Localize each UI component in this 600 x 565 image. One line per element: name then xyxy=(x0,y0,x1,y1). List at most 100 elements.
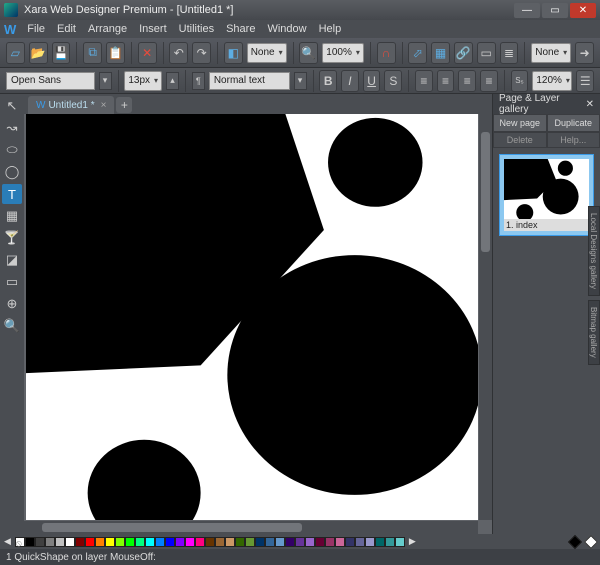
close-button[interactable]: ✕ xyxy=(570,3,596,18)
delete-page-button[interactable]: Delete xyxy=(493,132,547,148)
maximize-button[interactable]: ▭ xyxy=(542,3,568,18)
color-swatch[interactable] xyxy=(205,537,215,547)
menu-help[interactable]: Help xyxy=(314,22,347,36)
select-tool[interactable]: ↖ xyxy=(2,96,22,116)
preview-button[interactable]: ▦ xyxy=(431,42,450,64)
fill-tool[interactable]: ▦ xyxy=(2,206,22,226)
color-swatch[interactable] xyxy=(25,537,35,547)
open-button[interactable]: 📂 xyxy=(29,42,48,64)
delete-button[interactable]: ✕ xyxy=(138,42,157,64)
menu-utilities[interactable]: Utilities xyxy=(174,22,219,36)
shape-tool[interactable]: ⬭ xyxy=(2,140,22,160)
color-swatch[interactable] xyxy=(295,537,305,547)
paragraph-button[interactable]: ¶ xyxy=(192,72,205,90)
help-button[interactable]: Help... xyxy=(547,132,600,148)
layers-button[interactable]: ≣ xyxy=(500,42,519,64)
color-swatch[interactable] xyxy=(385,537,395,547)
paste-button[interactable]: 📋 xyxy=(106,42,125,64)
text-tool[interactable]: T xyxy=(2,184,22,204)
new-doc-button[interactable]: ▱ xyxy=(6,42,25,64)
fill-select[interactable]: None▾ xyxy=(247,43,287,63)
color-swatch[interactable] xyxy=(255,537,265,547)
color-swatch[interactable] xyxy=(125,537,135,547)
stroke-select[interactable]: None▾ xyxy=(531,43,571,63)
italic-button[interactable]: I xyxy=(341,70,359,92)
color-swatch[interactable] xyxy=(165,537,175,547)
color-swatch[interactable] xyxy=(105,537,115,547)
menu-share[interactable]: Share xyxy=(221,22,260,36)
more-button[interactable]: ➜ xyxy=(575,42,594,64)
color-swatch[interactable] xyxy=(275,537,285,547)
align-left-button[interactable]: ≡ xyxy=(415,70,433,92)
align-justify-button[interactable]: ≡ xyxy=(480,70,498,92)
save-button[interactable]: 💾 xyxy=(52,42,71,64)
menu-insert[interactable]: Insert xyxy=(134,22,172,36)
style-dropdown-button[interactable]: ▾ xyxy=(294,72,307,90)
color-swatch[interactable] xyxy=(155,537,165,547)
color-swatch[interactable] xyxy=(185,537,195,547)
align-center-button[interactable]: ≡ xyxy=(437,70,455,92)
menu-arrange[interactable]: Arrange xyxy=(83,22,132,36)
align-right-button[interactable]: ≡ xyxy=(458,70,476,92)
quickshape-tool[interactable]: ◯ xyxy=(2,162,22,182)
color-swatch[interactable] xyxy=(345,537,355,547)
color-swatch[interactable] xyxy=(115,537,125,547)
color-swatch[interactable] xyxy=(55,537,65,547)
color-swatch[interactable] xyxy=(145,537,155,547)
list-button[interactable]: ☰ xyxy=(576,70,594,92)
color-swatch[interactable] xyxy=(325,537,335,547)
undo-button[interactable]: ↶ xyxy=(169,42,188,64)
palette-right-arrow[interactable]: ▶ xyxy=(409,536,416,547)
no-color-swatch[interactable]: ⦸ xyxy=(15,537,25,547)
color-swatch[interactable] xyxy=(45,537,55,547)
superscript-button[interactable]: S₅ xyxy=(511,70,529,92)
font-family-select[interactable]: Open Sans xyxy=(6,72,95,90)
menu-edit[interactable]: Edit xyxy=(52,22,81,36)
transparency-tool[interactable]: 🍸 xyxy=(2,228,22,248)
color-swatch[interactable] xyxy=(225,537,235,547)
color-swatch[interactable] xyxy=(175,537,185,547)
palette-left-arrow[interactable]: ◀ xyxy=(4,536,11,547)
minimize-button[interactable]: — xyxy=(514,3,540,18)
font-size-select[interactable]: 13px▾ xyxy=(124,71,162,91)
color-swatch[interactable] xyxy=(265,537,275,547)
color-swatch[interactable] xyxy=(35,537,45,547)
color-swatch[interactable] xyxy=(135,537,145,547)
color-swatch[interactable] xyxy=(375,537,385,547)
current-fill-swatch[interactable] xyxy=(568,534,582,548)
menu-window[interactable]: Window xyxy=(262,22,311,36)
shadow-tool[interactable]: ◪ xyxy=(2,250,22,270)
strike-button[interactable]: S xyxy=(384,70,402,92)
color-swatch[interactable] xyxy=(315,537,325,547)
color-swatch[interactable] xyxy=(355,537,365,547)
color-swatch[interactable] xyxy=(95,537,105,547)
color-swatch[interactable] xyxy=(335,537,345,547)
copy-button[interactable]: ⧉ xyxy=(83,42,102,64)
rectangle-tool[interactable]: ▭ xyxy=(2,272,22,292)
designs-gallery-tab[interactable]: Local Designs gallery xyxy=(588,206,600,296)
color-swatch[interactable] xyxy=(285,537,295,547)
color-swatch[interactable] xyxy=(75,537,85,547)
vertical-scrollbar[interactable] xyxy=(479,114,492,520)
color-swatch[interactable] xyxy=(305,537,315,547)
style-tool-button[interactable]: ◧ xyxy=(224,42,243,64)
color-swatch[interactable] xyxy=(65,537,75,547)
duplicate-button[interactable]: Duplicate xyxy=(547,114,600,132)
line-spacing-select[interactable]: 120%▾ xyxy=(532,71,572,91)
zoom-select[interactable]: 100%▾ xyxy=(322,43,364,63)
color-swatch[interactable] xyxy=(85,537,95,547)
snap-button[interactable]: ∩ xyxy=(377,42,396,64)
push-tool[interactable]: ⊕ xyxy=(2,294,22,314)
new-page-button[interactable]: New page xyxy=(493,114,547,132)
current-line-swatch[interactable] xyxy=(584,534,598,548)
document-tab[interactable]: W Untitled1 * × xyxy=(28,96,114,114)
freehand-tool[interactable]: ↝ xyxy=(2,118,22,138)
zoom-tool[interactable]: 🔍 xyxy=(2,316,22,336)
horizontal-scrollbar[interactable] xyxy=(24,521,478,534)
link-button[interactable]: 🔗 xyxy=(454,42,473,64)
page-button[interactable]: ▭ xyxy=(477,42,496,64)
color-swatch[interactable] xyxy=(215,537,225,547)
pin-icon[interactable]: ✕ xyxy=(586,99,594,110)
color-swatch[interactable] xyxy=(365,537,375,547)
zoom-icon[interactable]: 🔍 xyxy=(299,42,318,64)
